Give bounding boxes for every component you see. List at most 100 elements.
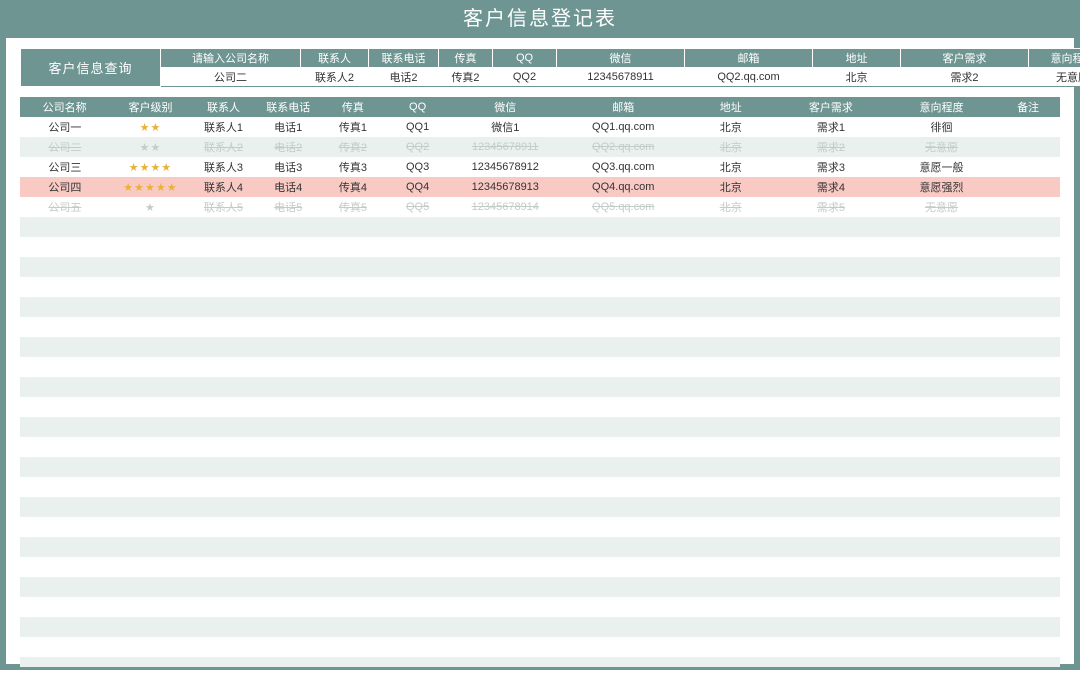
cell-stars: ★★★★ bbox=[110, 157, 191, 177]
col-header-11: 备注 bbox=[997, 97, 1060, 117]
cell-note bbox=[997, 137, 1060, 157]
cell-qq: QQ3 bbox=[385, 157, 450, 177]
cell-note bbox=[997, 117, 1060, 137]
cell-stars: ★ bbox=[110, 197, 191, 217]
cell-wechat: 12345678913 bbox=[450, 177, 561, 197]
cell-fax: 传真3 bbox=[321, 157, 386, 177]
table-row-empty bbox=[20, 597, 1060, 617]
cell-company: 公司二 bbox=[20, 137, 110, 157]
col-header-8: 地址 bbox=[686, 97, 776, 117]
cell-intent: 意愿一般 bbox=[886, 157, 997, 177]
table-row-empty bbox=[20, 217, 1060, 237]
table-row-empty bbox=[20, 337, 1060, 357]
cell-contact: 联系人4 bbox=[191, 177, 256, 197]
cell-phone: 电话3 bbox=[256, 157, 321, 177]
cell-fax: 传真4 bbox=[321, 177, 386, 197]
table-row-empty bbox=[20, 497, 1060, 517]
data-body: 公司一★★联系人1电话1传真1QQ1微信1QQ1.qq.com北京需求1徘徊公司… bbox=[20, 117, 1060, 667]
cell-intent: 无意愿 bbox=[886, 197, 997, 217]
table-row-empty bbox=[20, 477, 1060, 497]
col-header-5: QQ bbox=[385, 97, 450, 117]
table-row-empty bbox=[20, 617, 1060, 637]
query-value-9: 无意愿 bbox=[1029, 68, 1080, 87]
col-header-4: 传真 bbox=[321, 97, 386, 117]
col-header-1: 客户级别 bbox=[110, 97, 191, 117]
content-area: 客户信息查询 请输入公司名称联系人联系电话传真QQ微信邮箱地址客户需求意向程度 … bbox=[6, 38, 1074, 681]
table-row-empty bbox=[20, 357, 1060, 377]
query-value-5: 12345678911 bbox=[557, 68, 685, 87]
table-row-empty bbox=[20, 297, 1060, 317]
cell-stars: ★★ bbox=[110, 117, 191, 137]
cell-fax: 传真5 bbox=[321, 197, 386, 217]
query-value-0[interactable]: 公司二 bbox=[161, 68, 301, 87]
cell-note bbox=[997, 197, 1060, 217]
table-row[interactable]: 公司三★★★★联系人3电话3传真3QQ312345678912QQ3.qq.co… bbox=[20, 157, 1060, 177]
table-row-empty bbox=[20, 637, 1060, 657]
cell-stars: ★★★★★ bbox=[110, 177, 191, 197]
cell-email: QQ3.qq.com bbox=[561, 157, 686, 177]
table-row-empty bbox=[20, 537, 1060, 557]
table-row[interactable]: 公司五★联系人5电话5传真5QQ512345678914QQ5.qq.com北京… bbox=[20, 197, 1060, 217]
cell-need: 需求2 bbox=[776, 137, 887, 157]
table-row-empty bbox=[20, 417, 1060, 437]
query-value-7: 北京 bbox=[813, 68, 901, 87]
table-row-empty bbox=[20, 437, 1060, 457]
table-row[interactable]: 公司二★★联系人2电话2传真2QQ212345678911QQ2.qq.com北… bbox=[20, 137, 1060, 157]
table-row-empty bbox=[20, 517, 1060, 537]
data-table: 公司名称客户级别联系人联系电话传真QQ微信邮箱地址客户需求意向程度备注 公司一★… bbox=[20, 97, 1060, 667]
col-header-0: 公司名称 bbox=[20, 97, 110, 117]
col-header-2: 联系人 bbox=[191, 97, 256, 117]
query-title-cell: 客户信息查询 bbox=[21, 49, 161, 87]
cell-fax: 传真1 bbox=[321, 117, 386, 137]
cell-company: 公司三 bbox=[20, 157, 110, 177]
cell-addr: 北京 bbox=[686, 197, 776, 217]
query-value-1: 联系人2 bbox=[301, 68, 369, 87]
cell-contact: 联系人2 bbox=[191, 137, 256, 157]
table-row-empty bbox=[20, 257, 1060, 277]
query-header-6: 邮箱 bbox=[685, 49, 813, 68]
cell-wechat: 12345678911 bbox=[450, 137, 561, 157]
cell-phone: 电话1 bbox=[256, 117, 321, 137]
cell-email: QQ2.qq.com bbox=[561, 137, 686, 157]
col-header-10: 意向程度 bbox=[886, 97, 997, 117]
table-row-empty bbox=[20, 557, 1060, 577]
query-header-row: 客户信息查询 请输入公司名称联系人联系电话传真QQ微信邮箱地址客户需求意向程度 bbox=[21, 49, 1080, 68]
data-table-wrap: 公司名称客户级别联系人联系电话传真QQ微信邮箱地址客户需求意向程度备注 公司一★… bbox=[20, 97, 1060, 667]
cell-intent: 徘徊 bbox=[886, 117, 997, 137]
query-value-3: 传真2 bbox=[439, 68, 493, 87]
table-row-empty bbox=[20, 237, 1060, 257]
table-row-empty bbox=[20, 657, 1060, 667]
query-value-2: 电话2 bbox=[369, 68, 439, 87]
cell-wechat: 微信1 bbox=[450, 117, 561, 137]
query-header-4: QQ bbox=[493, 49, 557, 68]
cell-contact: 联系人1 bbox=[191, 117, 256, 137]
cell-company: 公司一 bbox=[20, 117, 110, 137]
cell-qq: QQ5 bbox=[385, 197, 450, 217]
cell-email: QQ1.qq.com bbox=[561, 117, 686, 137]
cell-email: QQ5.qq.com bbox=[561, 197, 686, 217]
cell-contact: 联系人3 bbox=[191, 157, 256, 177]
table-row-empty bbox=[20, 317, 1060, 337]
cell-qq: QQ1 bbox=[385, 117, 450, 137]
table-row-empty bbox=[20, 377, 1060, 397]
cell-need: 需求4 bbox=[776, 177, 887, 197]
cell-stars: ★★ bbox=[110, 137, 191, 157]
table-row[interactable]: 公司四★★★★★联系人4电话4传真4QQ412345678913QQ4.qq.c… bbox=[20, 177, 1060, 197]
query-header-9: 意向程度 bbox=[1029, 49, 1080, 68]
page-title: 客户信息登记表 bbox=[6, 6, 1074, 38]
query-header-7: 地址 bbox=[813, 49, 901, 68]
cell-need: 需求5 bbox=[776, 197, 887, 217]
cell-wechat: 12345678912 bbox=[450, 157, 561, 177]
col-header-3: 联系电话 bbox=[256, 97, 321, 117]
cell-email: QQ4.qq.com bbox=[561, 177, 686, 197]
query-header-3: 传真 bbox=[439, 49, 493, 68]
cell-wechat: 12345678914 bbox=[450, 197, 561, 217]
query-value-8: 需求2 bbox=[901, 68, 1029, 87]
table-row[interactable]: 公司一★★联系人1电话1传真1QQ1微信1QQ1.qq.com北京需求1徘徊 bbox=[20, 117, 1060, 137]
cell-addr: 北京 bbox=[686, 117, 776, 137]
cell-phone: 电话4 bbox=[256, 177, 321, 197]
query-header-0: 请输入公司名称 bbox=[161, 49, 301, 68]
table-row-empty bbox=[20, 397, 1060, 417]
col-header-6: 微信 bbox=[450, 97, 561, 117]
cell-company: 公司四 bbox=[20, 177, 110, 197]
